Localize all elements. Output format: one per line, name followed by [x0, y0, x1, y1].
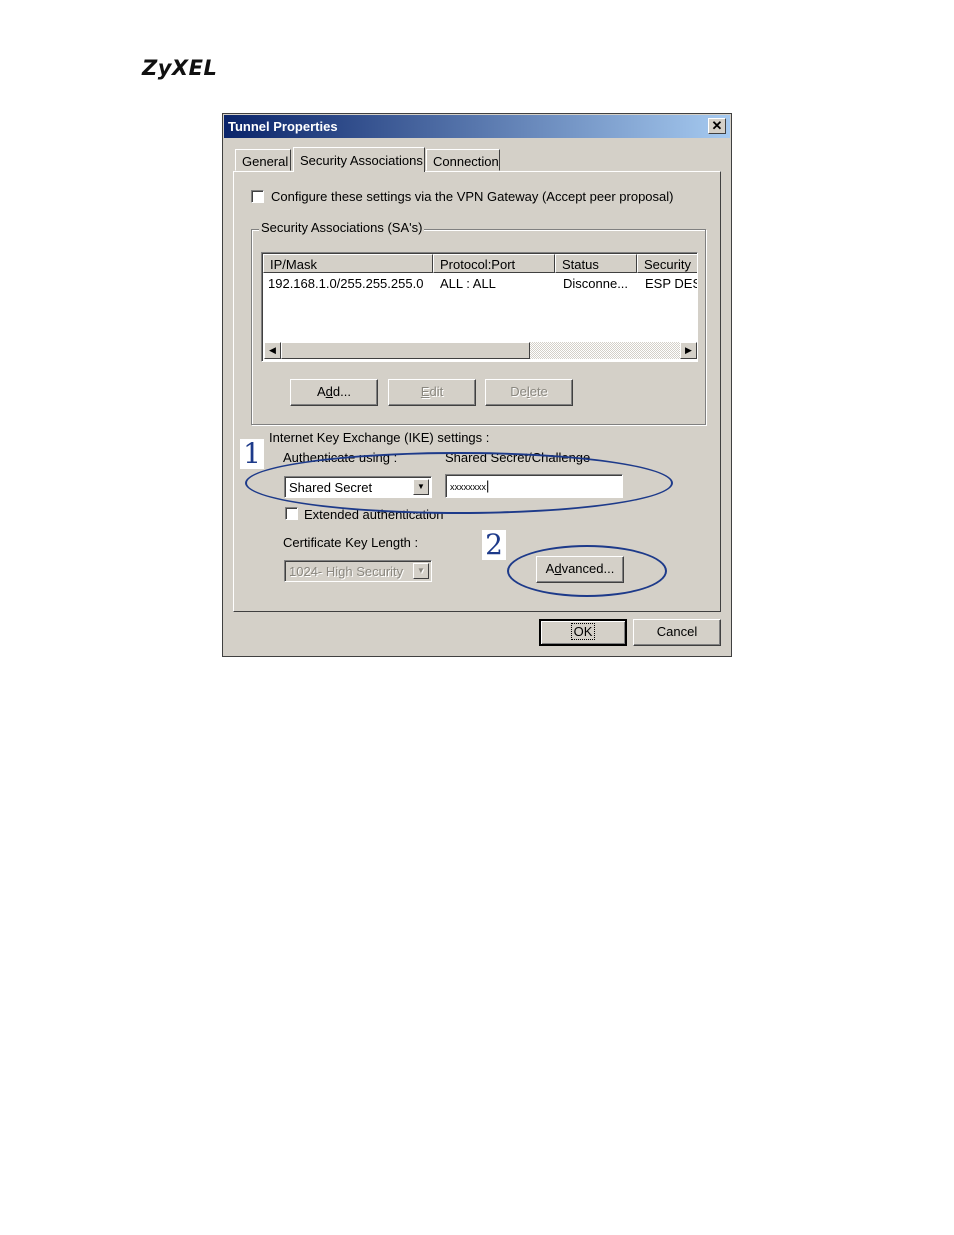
- scroll-left-icon[interactable]: ◀: [264, 342, 281, 359]
- cert-key-length-value: 1024- High Security: [289, 564, 404, 579]
- horizontal-scrollbar[interactable]: ◀ ▶: [264, 342, 697, 359]
- column-header-status[interactable]: Status: [555, 254, 637, 273]
- sa-group-label: Security Associations (SA's): [259, 220, 425, 235]
- scroll-right-icon[interactable]: ▶: [680, 342, 697, 359]
- zyxel-logo: ZyXEL: [142, 56, 218, 80]
- sa-row-status[interactable]: Disconne...: [563, 276, 635, 291]
- delete-button[interactable]: Delete: [485, 379, 573, 406]
- close-icon[interactable]: ✕: [708, 118, 726, 134]
- edit-button[interactable]: Edit: [388, 379, 476, 406]
- dialog-title: Tunnel Properties: [228, 119, 338, 134]
- annotation-ellipse-1: [245, 452, 673, 514]
- ike-settings-label: Internet Key Exchange (IKE) settings :: [269, 430, 490, 445]
- ok-button[interactable]: OK: [539, 619, 627, 646]
- tab-connection[interactable]: Connection: [426, 149, 500, 171]
- tab-general[interactable]: General: [235, 149, 291, 171]
- annotation-ellipse-2: [507, 545, 667, 597]
- cancel-button[interactable]: Cancel: [633, 619, 721, 646]
- extended-auth-checkbox[interactable]: [285, 507, 298, 520]
- title-bar[interactable]: Tunnel Properties ✕: [224, 115, 730, 138]
- configure-via-gateway-label: Configure these settings via the VPN Gat…: [271, 189, 674, 204]
- tab-security-associations[interactable]: Security Associations: [293, 147, 425, 172]
- annotation-number-2: 2: [482, 530, 506, 560]
- chevron-down-icon[interactable]: ▼: [413, 563, 429, 579]
- sa-row-ip-mask[interactable]: 192.168.1.0/255.255.255.0: [268, 276, 433, 291]
- add-button[interactable]: Add...: [290, 379, 378, 406]
- scroll-thumb[interactable]: [281, 342, 530, 359]
- column-header-protocol-port[interactable]: Protocol:Port: [433, 254, 555, 273]
- annotation-number-1: 1: [240, 439, 264, 469]
- sa-row-protocol-port[interactable]: ALL : ALL: [440, 276, 552, 291]
- cert-key-length-select[interactable]: 1024- High Security ▼: [284, 560, 432, 582]
- column-header-ip-mask[interactable]: IP/Mask: [263, 254, 433, 273]
- sa-row-security[interactable]: ESP DES: [645, 276, 697, 291]
- sa-list[interactable]: IP/Mask Protocol:Port Status Security 19…: [261, 252, 698, 362]
- column-header-security[interactable]: Security: [637, 254, 697, 273]
- cert-key-length-label: Certificate Key Length :: [283, 535, 419, 550]
- configure-via-gateway-checkbox[interactable]: [251, 190, 264, 203]
